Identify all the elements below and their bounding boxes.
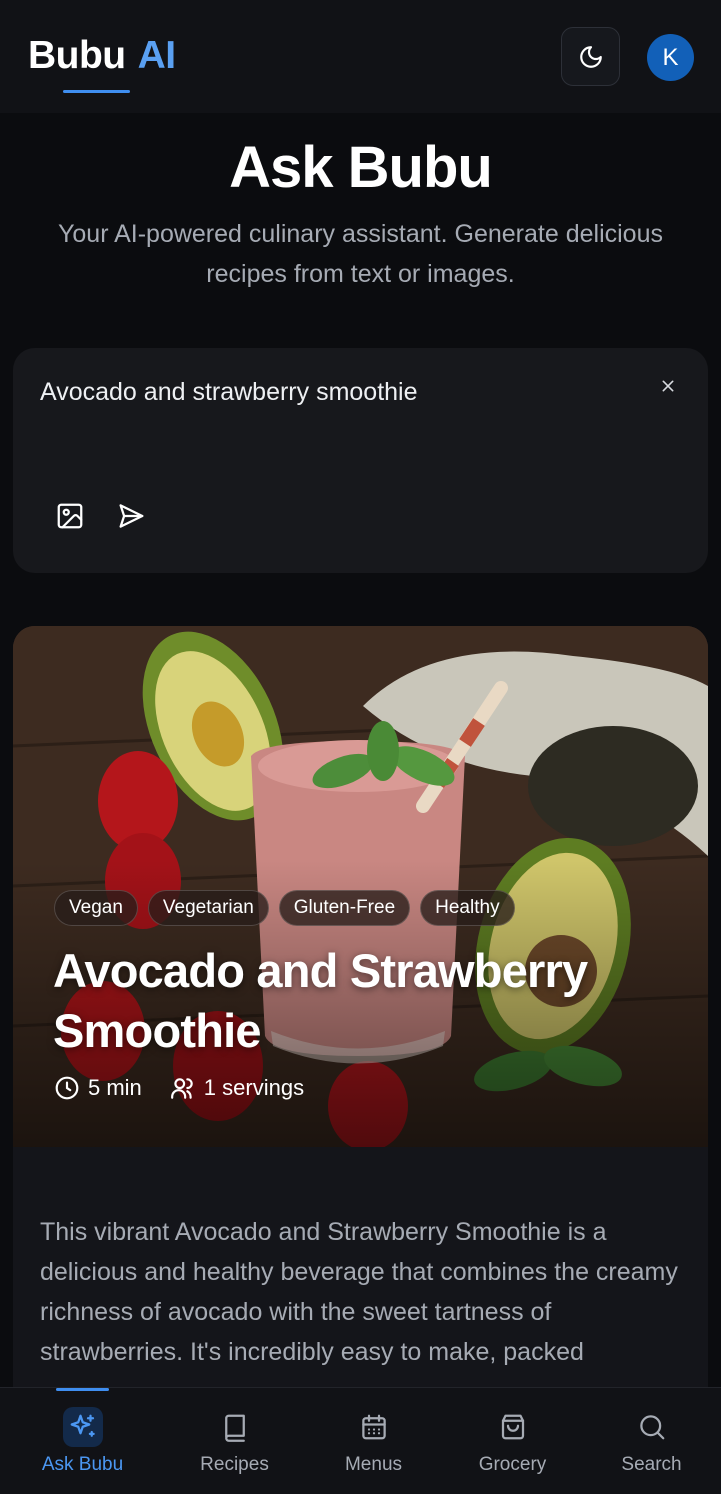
nav-label: Grocery xyxy=(478,1454,547,1475)
page-subtitle: Your AI-powered culinary assistant. Gene… xyxy=(58,220,663,288)
shopping-bag-icon xyxy=(496,1410,530,1444)
prep-time: 5 min xyxy=(54,1075,142,1101)
prep-time-value: 5 min xyxy=(88,1075,142,1100)
diet-tags: Vegan Vegetarian Gluten-Free Healthy xyxy=(54,890,515,926)
image-icon xyxy=(57,503,83,529)
sparkles-icon xyxy=(62,1407,103,1447)
nav-label: Menus xyxy=(344,1454,403,1475)
users-icon xyxy=(170,1078,193,1099)
nav-recipes[interactable]: Recipes xyxy=(165,1388,304,1494)
brand-underline xyxy=(63,90,130,93)
avatar[interactable]: K xyxy=(647,34,694,81)
page-title: Ask Bubu xyxy=(229,135,493,200)
tag-vegetarian: Vegetarian xyxy=(147,890,269,926)
nav-ask-bubu[interactable]: Ask Bubu xyxy=(0,1388,165,1494)
close-icon xyxy=(662,380,674,392)
nav-search[interactable]: Search xyxy=(582,1388,721,1494)
recipe-photo xyxy=(13,626,708,1147)
theme-toggle-button[interactable] xyxy=(561,27,620,86)
brand-logo[interactable]: Bubu AI xyxy=(28,34,176,78)
clock-icon xyxy=(55,1076,79,1100)
tag-healthy: Healthy xyxy=(420,890,515,926)
prompt-input[interactable]: Avocado and strawberry smoothie xyxy=(40,378,418,407)
search-icon xyxy=(635,1410,669,1444)
send-button[interactable] xyxy=(116,501,146,531)
photo-overlay xyxy=(13,626,708,1147)
nav-label: Search xyxy=(621,1454,682,1475)
nav-menus[interactable]: Menus xyxy=(304,1388,443,1494)
prompt-box: Avocado and strawberry smoothie xyxy=(13,348,708,573)
servings: 1 servings xyxy=(170,1075,304,1101)
bottom-navigation: Ask Bubu Recipes Menus Grocery Search xyxy=(0,1387,721,1494)
recipe-description: This vibrant Avocado and Strawberry Smoo… xyxy=(40,1218,678,1366)
upload-image-button[interactable] xyxy=(55,501,85,531)
book-icon xyxy=(218,1410,252,1444)
moon-icon xyxy=(579,45,602,68)
clear-prompt-button[interactable] xyxy=(657,375,679,397)
active-indicator xyxy=(56,1388,109,1391)
nav-label: Recipes xyxy=(200,1454,269,1475)
tag-vegan: Vegan xyxy=(54,890,138,926)
recipe-meta: 5 min 1 servings xyxy=(54,1075,304,1101)
tag-gluten-free: Gluten-Free xyxy=(278,890,411,926)
brand-name: Bubu xyxy=(28,34,126,77)
servings-value: 1 servings xyxy=(203,1075,305,1100)
send-icon xyxy=(119,504,144,528)
recipe-card[interactable]: Vegan Vegetarian Gluten-Free Healthy Avo… xyxy=(13,626,708,1426)
recipe-title: Avocado and Strawberry Smoothie xyxy=(53,944,588,1057)
nav-label: Ask Bubu xyxy=(41,1454,124,1475)
nav-grocery[interactable]: Grocery xyxy=(443,1388,582,1494)
brand-ai: AI xyxy=(137,34,177,77)
calendar-icon xyxy=(357,1410,391,1444)
app-header: Bubu AI K xyxy=(0,0,721,113)
